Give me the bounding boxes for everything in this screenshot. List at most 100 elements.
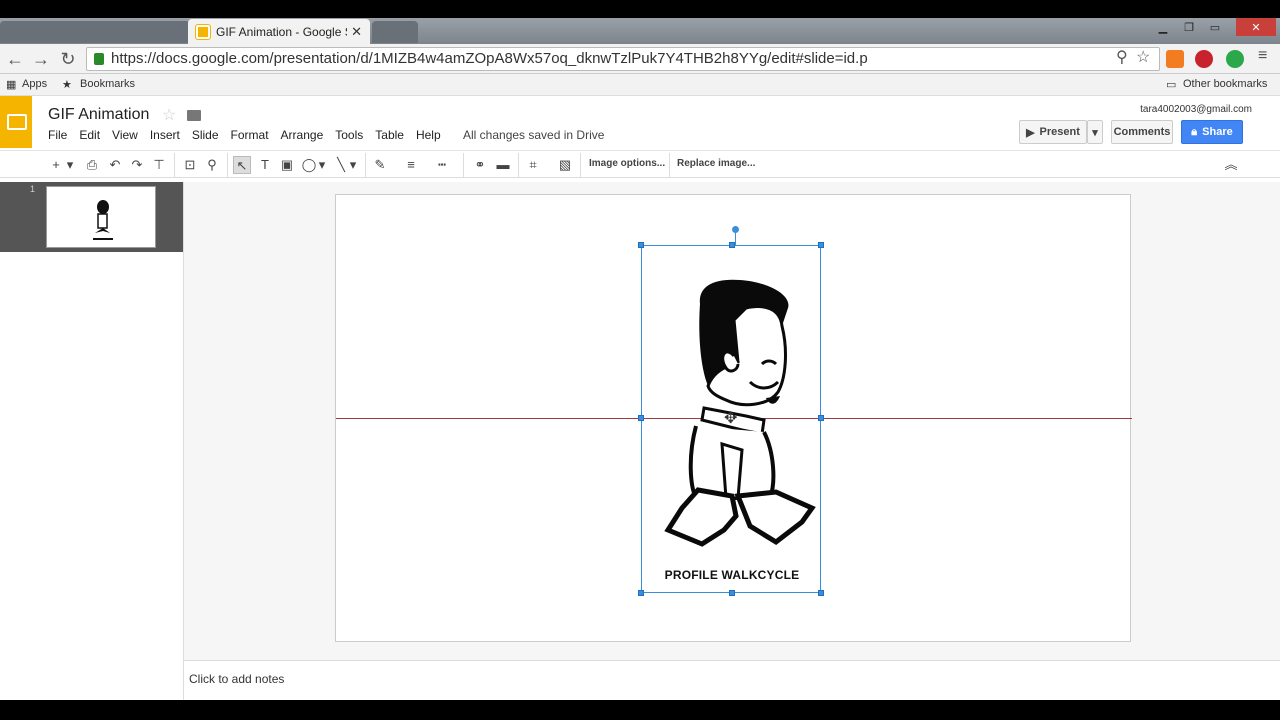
restore-icon[interactable]: ❐	[1176, 18, 1202, 36]
menu-table[interactable]: Table	[375, 128, 404, 142]
bookmark-star-icon[interactable]: ☆	[1136, 47, 1150, 67]
line-dropdown-icon[interactable]: ▾	[348, 156, 358, 174]
resize-handle-top[interactable]	[729, 242, 735, 248]
slides-app: GIF Animation ☆ File Edit View Insert Sl…	[0, 96, 1280, 700]
resize-handle-bottom-left[interactable]	[638, 590, 644, 596]
share-lock-icon: 🔒︎	[1191, 125, 1198, 138]
menu-file[interactable]: File	[48, 128, 67, 142]
toolbar-divider	[365, 153, 366, 177]
slide-thumbnail[interactable]	[46, 186, 156, 248]
comments-label: Comments	[1113, 126, 1171, 138]
replace-image-button[interactable]: Replace image...	[677, 158, 755, 169]
resize-handle-top-left[interactable]	[638, 242, 644, 248]
slides-logo-icon[interactable]	[0, 96, 32, 148]
link-icon[interactable]: ⚭	[471, 156, 489, 174]
rotate-handle[interactable]	[732, 226, 739, 233]
resize-handle-bottom-right[interactable]	[818, 590, 824, 596]
menu-edit[interactable]: Edit	[79, 128, 100, 142]
collapse-toolbar-icon[interactable]: ︽	[1222, 156, 1240, 174]
apps-icon[interactable]: ▦	[6, 78, 16, 91]
reload-icon[interactable]: ↻	[57, 48, 79, 70]
text-box-icon[interactable]: T	[256, 156, 274, 174]
zoom-icon[interactable]: ⚲	[1116, 47, 1128, 67]
thumbnail-walkcycle-image	[93, 200, 113, 240]
menu-tools[interactable]: Tools	[335, 128, 363, 142]
star-icon[interactable]: ☆	[162, 105, 176, 125]
slide-number: 1	[30, 184, 36, 194]
tab-inactive[interactable]	[0, 21, 190, 43]
print-icon[interactable]: ⎙	[83, 156, 101, 174]
undo-icon[interactable]: ↶	[106, 156, 124, 174]
resize-handle-bottom[interactable]	[729, 590, 735, 596]
select-tool-icon[interactable]: ↖	[233, 156, 251, 174]
slide-thumbnail-selected[interactable]: 1	[0, 182, 183, 252]
toolbar-divider	[669, 153, 670, 177]
account-email[interactable]: tara4002003@gmail.com	[1140, 104, 1252, 115]
menu-view[interactable]: View	[112, 128, 138, 142]
redo-icon[interactable]: ↷	[128, 156, 146, 174]
forward-icon[interactable]: →	[30, 48, 52, 70]
extension-icon[interactable]	[1166, 50, 1184, 68]
speaker-notes[interactable]: Click to add notes	[184, 660, 1280, 700]
image-icon[interactable]: ▣	[278, 156, 296, 174]
share-label: Share	[1202, 126, 1233, 138]
tab-gif-animation[interactable]: GIF Animation - Google S ✕	[188, 19, 370, 44]
border-dash-icon[interactable]: ┅	[433, 156, 451, 174]
menu-insert[interactable]: Insert	[150, 128, 180, 142]
present-label: Present	[1039, 126, 1080, 138]
bookmark-apps[interactable]: Apps	[22, 78, 47, 90]
notes-placeholder: Click to add notes	[189, 672, 285, 686]
comment-icon[interactable]: ▬	[494, 156, 512, 174]
menu-arrange[interactable]: Arrange	[281, 128, 324, 142]
present-button[interactable]: ▶ Present	[1019, 120, 1087, 144]
lock-icon	[94, 53, 104, 65]
minimize-icon[interactable]: ▁	[1150, 18, 1176, 36]
resize-handle-left[interactable]	[638, 415, 644, 421]
toolbar-divider	[463, 153, 464, 177]
browser-toolbar: ← → ↻ https://docs.google.com/presentati…	[0, 44, 1280, 74]
image-caption: PROFILE WALKCYCLE	[664, 568, 800, 582]
move-to-folder-icon[interactable]	[187, 110, 201, 121]
menu-help[interactable]: Help	[416, 128, 441, 142]
shape-icon[interactable]: ◯	[300, 156, 318, 174]
profile-icon[interactable]: ▭	[1202, 18, 1228, 36]
shape-dropdown-icon[interactable]: ▾	[317, 156, 327, 174]
close-tab-icon[interactable]: ✕	[351, 24, 362, 40]
back-icon[interactable]: ←	[4, 48, 26, 70]
zoom-fit-icon[interactable]: ⊡	[181, 156, 199, 174]
toolbar-divider	[518, 153, 519, 177]
comments-button[interactable]: Comments	[1111, 120, 1173, 144]
menu-bar: File Edit View Insert Slide Format Arran…	[48, 128, 453, 142]
new-slide-dropdown-icon[interactable]: ▾	[64, 156, 76, 174]
border-color-icon[interactable]: ✎	[371, 156, 389, 174]
chrome-menu-icon[interactable]: ≡	[1258, 47, 1267, 65]
zoom-icon[interactable]: ⚲	[203, 156, 221, 174]
extension-green-icon[interactable]	[1226, 50, 1244, 68]
address-bar[interactable]: https://docs.google.com/presentation/d/1…	[86, 47, 1160, 71]
bookmark-bookmarks[interactable]: Bookmarks	[80, 78, 135, 90]
slides-favicon-icon	[195, 23, 211, 40]
crop-icon[interactable]: ⌗	[524, 156, 542, 174]
menu-format[interactable]: Format	[231, 128, 269, 142]
resize-handle-right[interactable]	[818, 415, 824, 421]
close-window-icon[interactable]: ✕	[1236, 18, 1276, 36]
slide[interactable]: PROFILE WALKCYCLE ✥	[335, 194, 1132, 642]
document-title[interactable]: GIF Animation	[48, 106, 149, 124]
paint-format-icon[interactable]: ⊤	[150, 156, 168, 174]
tab-title: GIF Animation - Google S	[216, 24, 348, 39]
share-button[interactable]: 🔒︎ Share	[1181, 120, 1243, 144]
border-weight-icon[interactable]: ≡	[402, 156, 420, 174]
bookmark-other[interactable]: Other bookmarks	[1183, 78, 1267, 90]
toolbar-divider	[174, 153, 175, 177]
image-options-button[interactable]: Image options...	[589, 158, 665, 169]
new-slide-icon[interactable]: +	[47, 156, 65, 174]
browser-tabstrip: GIF Animation - Google S ✕ ▁ ❐ ▭ ✕	[0, 18, 1280, 44]
mask-image-icon[interactable]: ▧	[556, 156, 574, 174]
save-status: All changes saved in Drive	[463, 128, 605, 142]
menu-slide[interactable]: Slide	[192, 128, 219, 142]
selected-image[interactable]: PROFILE WALKCYCLE ✥	[638, 226, 824, 596]
present-dropdown-button[interactable]: ▾	[1087, 120, 1103, 144]
new-tab-button[interactable]	[372, 21, 418, 43]
resize-handle-top-right[interactable]	[818, 242, 824, 248]
pinterest-icon[interactable]	[1195, 50, 1213, 68]
